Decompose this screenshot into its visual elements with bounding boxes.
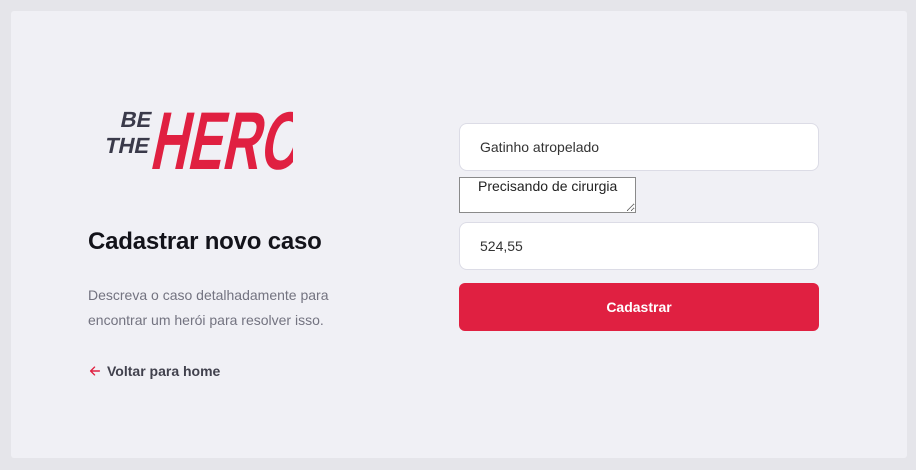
case-value-input[interactable] bbox=[459, 222, 819, 270]
arrow-left-icon bbox=[89, 366, 101, 376]
be-the-hero-logo: BE THE HERO bbox=[88, 87, 293, 177]
page-title: Cadastrar novo caso bbox=[88, 228, 322, 255]
page-description: Descreva o caso detalhadamente para enco… bbox=[88, 287, 329, 328]
case-title-input[interactable] bbox=[459, 123, 819, 171]
submit-button[interactable]: Cadastrar bbox=[459, 283, 819, 331]
logo-text-the: THE bbox=[103, 133, 152, 158]
logo-text-be: BE bbox=[118, 107, 154, 132]
case-description-textarea[interactable]: Precisando de cirurgia bbox=[459, 177, 636, 213]
back-to-home-link[interactable]: Voltar para home bbox=[88, 363, 220, 379]
logo-text-hero: HERO bbox=[145, 95, 293, 177]
back-link-label: Voltar para home bbox=[107, 363, 221, 379]
